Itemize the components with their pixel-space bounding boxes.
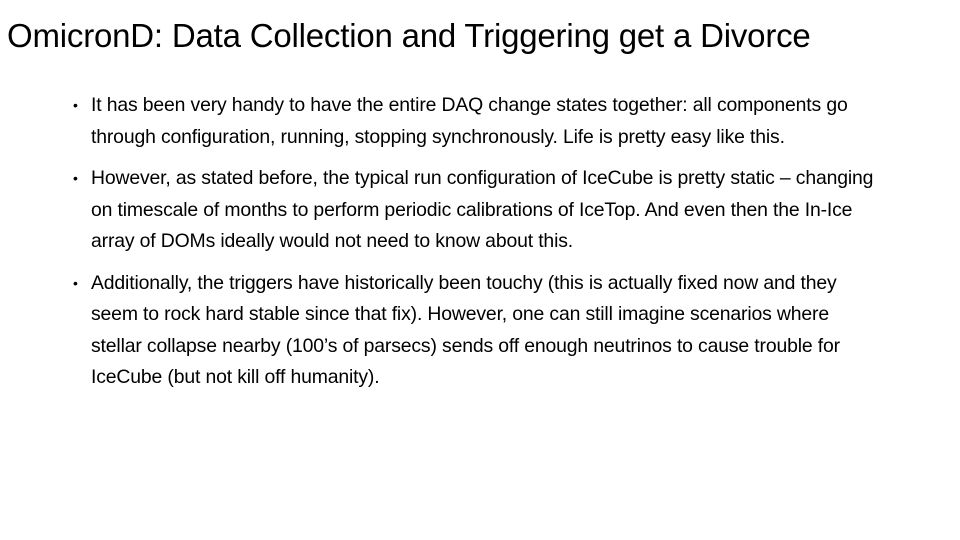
bullet-text: However, as stated before, the typical r… (91, 167, 874, 252)
bullet-text: Additionally, the triggers have historic… (91, 271, 840, 389)
bullet-icon: • (73, 274, 78, 291)
bullet-item: • It has been very handy to have the ent… (70, 90, 880, 153)
slide-title: OmicronD: Data Collection and Triggering… (7, 17, 811, 54)
bullet-item: • However, as stated before, the typical… (70, 163, 880, 258)
bullet-icon: • (73, 170, 78, 186)
bullet-item: • Additionally, the triggers have histor… (70, 268, 880, 394)
bullet-list: • It has been very handy to have the ent… (70, 90, 880, 404)
bullet-text: It has been very handy to have the entir… (91, 94, 848, 148)
bullet-icon: • (73, 97, 78, 113)
